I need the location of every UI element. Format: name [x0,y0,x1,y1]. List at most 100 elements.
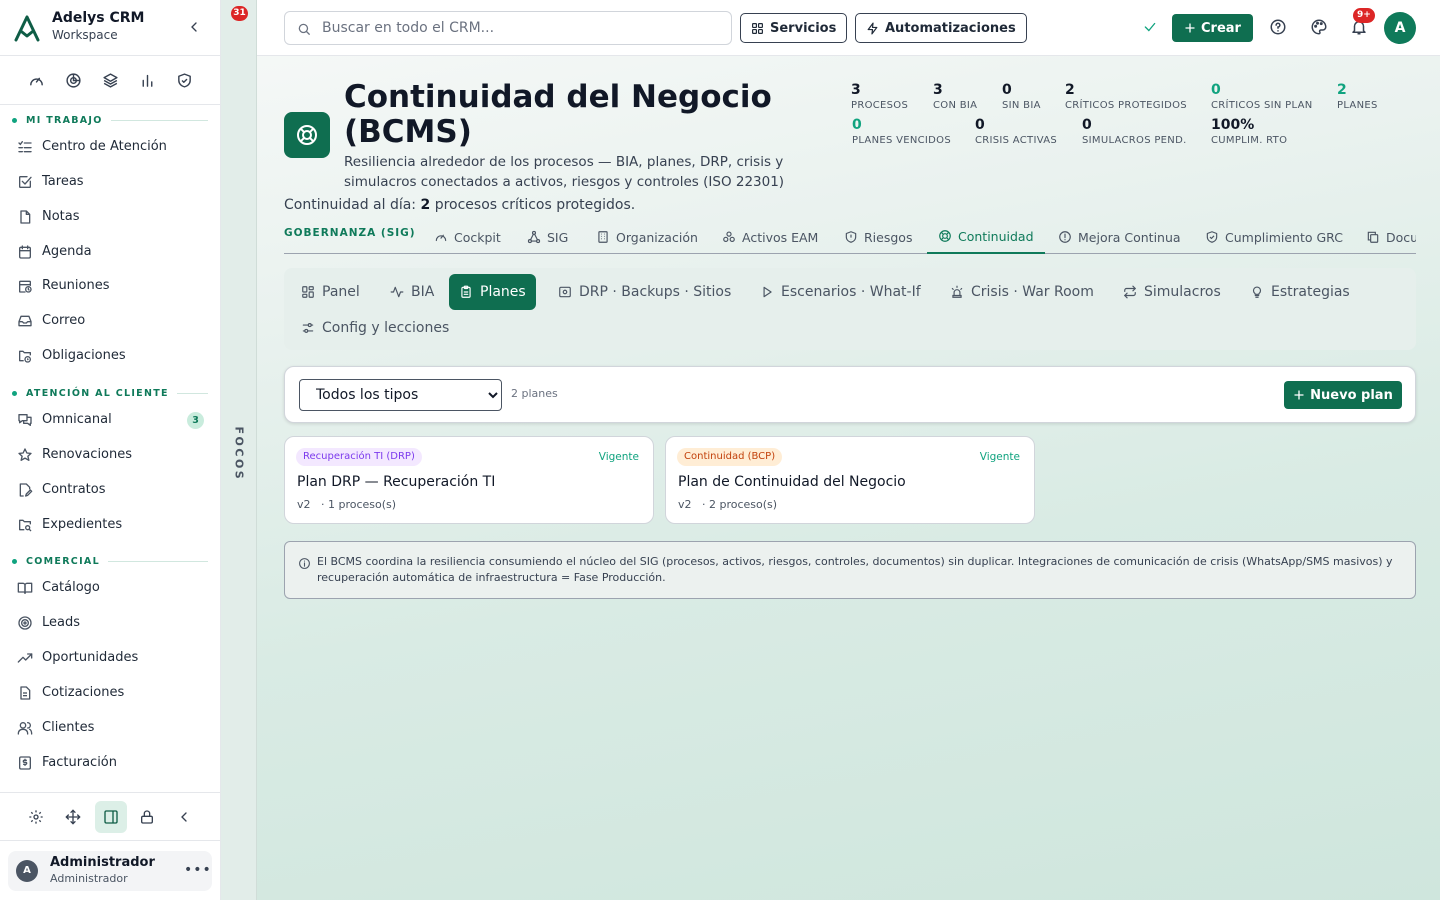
subtab-bia[interactable]: BIA [380,274,444,310]
sidebar-item-label: Renovaciones [42,447,133,462]
omnicanal-count-badge: 3 [187,412,204,429]
subtab-crisis[interactable]: Crisis · War Room [940,274,1104,310]
section-label: MI TRABAJO [26,114,103,126]
sidebar-item-cotizaciones[interactable]: Cotizaciones [0,678,220,708]
search-input[interactable]: Buscar en todo el CRM... [284,11,732,45]
workspace-name: Workspace [52,28,118,42]
sidebar-item-catalogo[interactable]: Catálogo [0,573,220,603]
sidebar-item-centro-atencion[interactable]: Centro de Atención [0,132,220,162]
sidebar-item-label: Centro de Atención [42,139,167,154]
building-icon [596,230,616,244]
kpi-label: SIN BIA [1002,100,1041,111]
focos-toggle[interactable]: FOCOS [233,427,246,482]
tab-label: Continuidad [958,228,1034,244]
subtab-panel[interactable]: Panel [291,274,370,310]
target-icon [17,615,33,631]
avatar: A [16,860,38,882]
brand-header: Adelys CRM Workspace [0,0,220,56]
sidebar-item-renovaciones[interactable]: Renovaciones [0,440,220,470]
plans-count: 2 planes [511,387,558,400]
subtab-planes[interactable]: Planes [449,274,536,310]
subtab-label: Estrategias [1271,284,1350,300]
sidebar-item-obligaciones[interactable]: Obligaciones [0,341,220,371]
palette-icon[interactable] [1310,18,1328,36]
subtab-estrategias[interactable]: Estrategias [1240,274,1360,310]
gauge-icon[interactable] [28,72,45,89]
plan-type-badge: Continuidad (BCP) [677,448,783,466]
info-note: El BCMS coordina la resiliencia consumie… [284,541,1416,599]
tab-cumplimiento-grc[interactable]: Cumplimiento GRC [1205,220,1343,254]
module-tabs: GOBERNANZA (SIG) Cockpit SIG Organizació… [284,220,1416,254]
new-plan-button[interactable]: Nuevo plan [1284,381,1402,409]
tab-documentos[interactable]: Docu [1366,220,1416,254]
shield-check-icon[interactable] [176,72,193,89]
sidebar-item-correo[interactable]: Correo [0,306,220,336]
tab-mejora-continua[interactable]: Mejora Continua [1058,220,1181,254]
user-menu[interactable]: A Administrador Administrador ••• [8,851,212,891]
sidebar-item-omnicanal[interactable]: Omnicanal 3 [0,405,220,435]
calendar-clock-icon [17,278,33,294]
tab-sig[interactable]: SIG [527,220,568,254]
section-comercial: COMERCIAL [12,554,208,568]
sidebar-item-label: Agenda [42,244,92,259]
plan-card[interactable]: Recuperación TI (DRP) Vigente Plan DRP —… [284,436,654,524]
sidebar-item-clientes[interactable]: Clientes [0,713,220,743]
tab-label: Organización [616,229,698,245]
automatizaciones-button[interactable]: Automatizaciones [855,13,1027,43]
kpi-value: 0 [1002,82,1012,98]
sidebar-item-tareas[interactable]: Tareas [0,167,220,197]
subtab-config[interactable]: Config y lecciones [291,310,459,346]
subtab-escenarios[interactable]: Escenarios · What-If [750,274,931,310]
subtab-label: Panel [322,284,360,300]
lock-icon[interactable] [139,809,155,825]
servicios-button[interactable]: Servicios [740,13,848,43]
crear-button[interactable]: Crear [1172,14,1253,42]
tab-activos-eam[interactable]: Activos EAM [722,220,818,254]
file-signature-icon [17,482,33,498]
sidebar-item-facturacion[interactable]: Facturación [0,748,220,778]
gear-icon[interactable] [28,809,44,825]
help-icon[interactable] [1269,18,1287,36]
sidebar-item-leads[interactable]: Leads [0,608,220,638]
kpi-value: 100% [1211,117,1255,133]
plan-status: Vigente [598,451,639,463]
tab-organizacion[interactable]: Organización [596,220,698,254]
tab-cockpit[interactable]: Cockpit [434,220,501,254]
kpi-con-bia: 3 CON BIA [933,82,977,112]
sidebar-item-notas[interactable]: Notas [0,202,220,232]
kpi-value: 0 [852,117,862,133]
pie-chart-icon[interactable] [65,72,82,89]
move-icon[interactable] [65,809,81,825]
bar-chart-icon[interactable] [139,72,156,89]
layers-icon[interactable] [102,72,119,89]
more-horizontal-icon[interactable]: ••• [184,862,212,878]
sidebar-item-contratos[interactable]: Contratos [0,475,220,505]
panel-layout-icon[interactable] [95,801,127,833]
summary-prefix: Continuidad al día: [284,197,417,213]
collapse-sidebar-icon[interactable] [186,19,202,35]
file-icon [17,209,33,225]
module-group-label: GOBERNANZA (SIG) [284,227,416,239]
chevron-left-icon[interactable] [176,809,192,825]
play-icon [760,285,781,299]
tab-continuidad[interactable]: Continuidad [927,220,1045,254]
subtab-simulacros[interactable]: Simulacros [1113,274,1231,310]
sidebar-item-expedientes[interactable]: Expedientes [0,510,220,540]
subtab-drp[interactable]: DRP · Backups · Sitios [548,274,741,310]
sidebar-item-reuniones[interactable]: Reuniones [0,271,220,301]
kpi-value: 0 [1082,117,1092,133]
tab-riesgos[interactable]: Riesgos [844,220,912,254]
sidebar-item-label: Contratos [42,482,106,497]
users-icon [17,720,33,736]
tab-label: Riesgos [864,229,913,245]
sidebar-item-oportunidades[interactable]: Oportunidades [0,643,220,673]
calendar-icon [17,244,33,260]
plan-type-select[interactable]: Todos los tipos [299,379,502,411]
sidebar-item-agenda[interactable]: Agenda [0,237,220,267]
subtab-label: BIA [411,284,435,300]
plan-card[interactable]: Continuidad (BCP) Vigente Plan de Contin… [665,436,1035,524]
kpi-label: PROCESOS [851,100,909,111]
kpi-label: PLANES [1337,100,1378,111]
invoice-dollar-icon [17,755,33,771]
user-avatar[interactable]: A [1384,12,1416,44]
